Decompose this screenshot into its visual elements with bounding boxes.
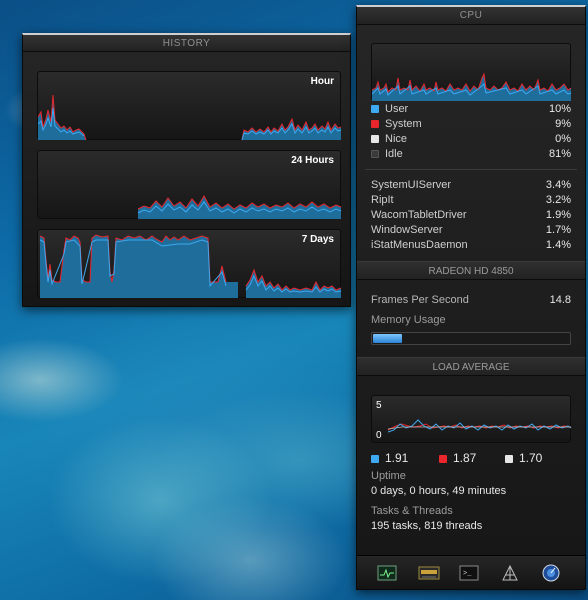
uptime-value: 0 days, 0 hours, 49 minutes <box>371 485 507 497</box>
cpu-user-label: User <box>385 103 409 115</box>
load-1min-value: 1.91 <box>385 451 409 465</box>
idle-swatch-icon <box>371 150 379 158</box>
activity-monitor-icon[interactable] <box>377 564 397 582</box>
process-row: SystemUIServer 3.4% <box>371 179 571 194</box>
load-axis-min: 0 <box>376 430 382 441</box>
process-name: iStatMenusDaemon <box>371 239 468 251</box>
process-name: WindowServer <box>371 224 443 236</box>
history-title: HISTORY <box>23 35 350 52</box>
cpu-user-row: User 10% <box>371 103 571 118</box>
load-1min-swatch-icon <box>371 455 379 463</box>
cpu-graph <box>371 43 572 101</box>
fps-label: Frames Per Second <box>371 294 469 306</box>
load-graph-chart <box>387 419 572 433</box>
7d-graph-chart <box>39 234 342 298</box>
terminal-icon[interactable]: >_ <box>459 564 479 582</box>
cpu-nice-label: Nice <box>385 133 408 145</box>
toolbar: >_ <box>357 555 585 589</box>
history-graph-hour: Hour <box>37 71 342 141</box>
cpu-idle-row: Idle 81% <box>371 148 571 163</box>
history-graph-24-hours: 24 Hours <box>37 150 342 219</box>
cpu-nice-row: Nice 0% <box>371 133 571 148</box>
history-label-hour: Hour <box>310 76 334 87</box>
history-label-7-days: 7 Days <box>301 234 334 245</box>
cpu-nice-value: 0% <box>555 133 571 145</box>
hour-graph-chart <box>38 94 342 141</box>
uptime-label: Uptime <box>371 470 406 482</box>
user-swatch-icon <box>371 105 379 113</box>
load-5min-value: 1.87 <box>453 451 477 465</box>
system-profiler-icon[interactable] <box>418 564 440 582</box>
memory-usage-label: Memory Usage <box>371 314 446 326</box>
console-icon[interactable] <box>500 564 520 582</box>
process-name: RipIt <box>371 194 394 206</box>
process-name: SystemUIServer <box>371 179 452 191</box>
cpu-system-label: System <box>385 118 422 130</box>
history-graph-7-days: 7 Days <box>37 229 342 298</box>
memory-usage-bar <box>371 332 571 345</box>
load-1min: 1.91 <box>371 451 408 465</box>
fps-value: 14.8 <box>549 294 571 306</box>
load-5min: 1.87 <box>439 451 476 465</box>
process-row: RipIt 3.2% <box>371 194 571 209</box>
process-value: 1.4% <box>545 239 571 251</box>
load-average-graph: 5 0 <box>371 395 572 443</box>
system-swatch-icon <box>371 120 379 128</box>
history-panel: HISTORY Hour 24 Hours 7 Days <box>22 33 351 307</box>
nice-swatch-icon <box>371 135 379 143</box>
process-name: WacomTabletDriver <box>371 209 467 221</box>
load-15min-value: 1.70 <box>519 451 543 465</box>
process-row: WindowServer 1.7% <box>371 224 571 239</box>
divider <box>365 169 577 170</box>
memory-usage-fill <box>373 334 402 343</box>
process-row: WacomTabletDriver 1.9% <box>371 209 571 224</box>
cpu-title: CPU <box>357 7 585 25</box>
cpu-graph-chart <box>371 72 572 101</box>
tasks-label: Tasks & Threads <box>371 505 453 517</box>
load-average-title: LOAD AVERAGE <box>357 357 585 376</box>
fps-row: Frames Per Second 14.8 <box>371 294 571 309</box>
gpu-title: RADEON HD 4850 <box>357 261 585 280</box>
cpu-idle-value: 81% <box>548 148 571 160</box>
cpu-user-value: 10% <box>548 103 571 115</box>
cpu-system-row: System 9% <box>371 118 571 133</box>
tasks-value: 195 tasks, 819 threads <box>371 520 483 532</box>
svg-text:>_: >_ <box>463 570 472 578</box>
load-axis-max: 5 <box>376 400 382 411</box>
istat-icon[interactable] <box>541 564 561 582</box>
process-value: 3.2% <box>545 194 571 206</box>
cpu-idle-label: Idle <box>385 148 403 160</box>
process-value: 1.9% <box>545 209 571 221</box>
process-value: 1.7% <box>545 224 571 236</box>
load-15min: 1.70 <box>505 451 542 465</box>
load-15min-swatch-icon <box>505 455 513 463</box>
process-value: 3.4% <box>545 179 571 191</box>
history-label-24-hours: 24 Hours <box>291 155 334 166</box>
load-5min-swatch-icon <box>439 455 447 463</box>
cpu-system-value: 9% <box>555 118 571 130</box>
cpu-panel: CPU User 10% System 9% Nice 0% Idle 81% … <box>356 5 586 590</box>
process-row: iStatMenusDaemon 1.4% <box>371 239 571 254</box>
